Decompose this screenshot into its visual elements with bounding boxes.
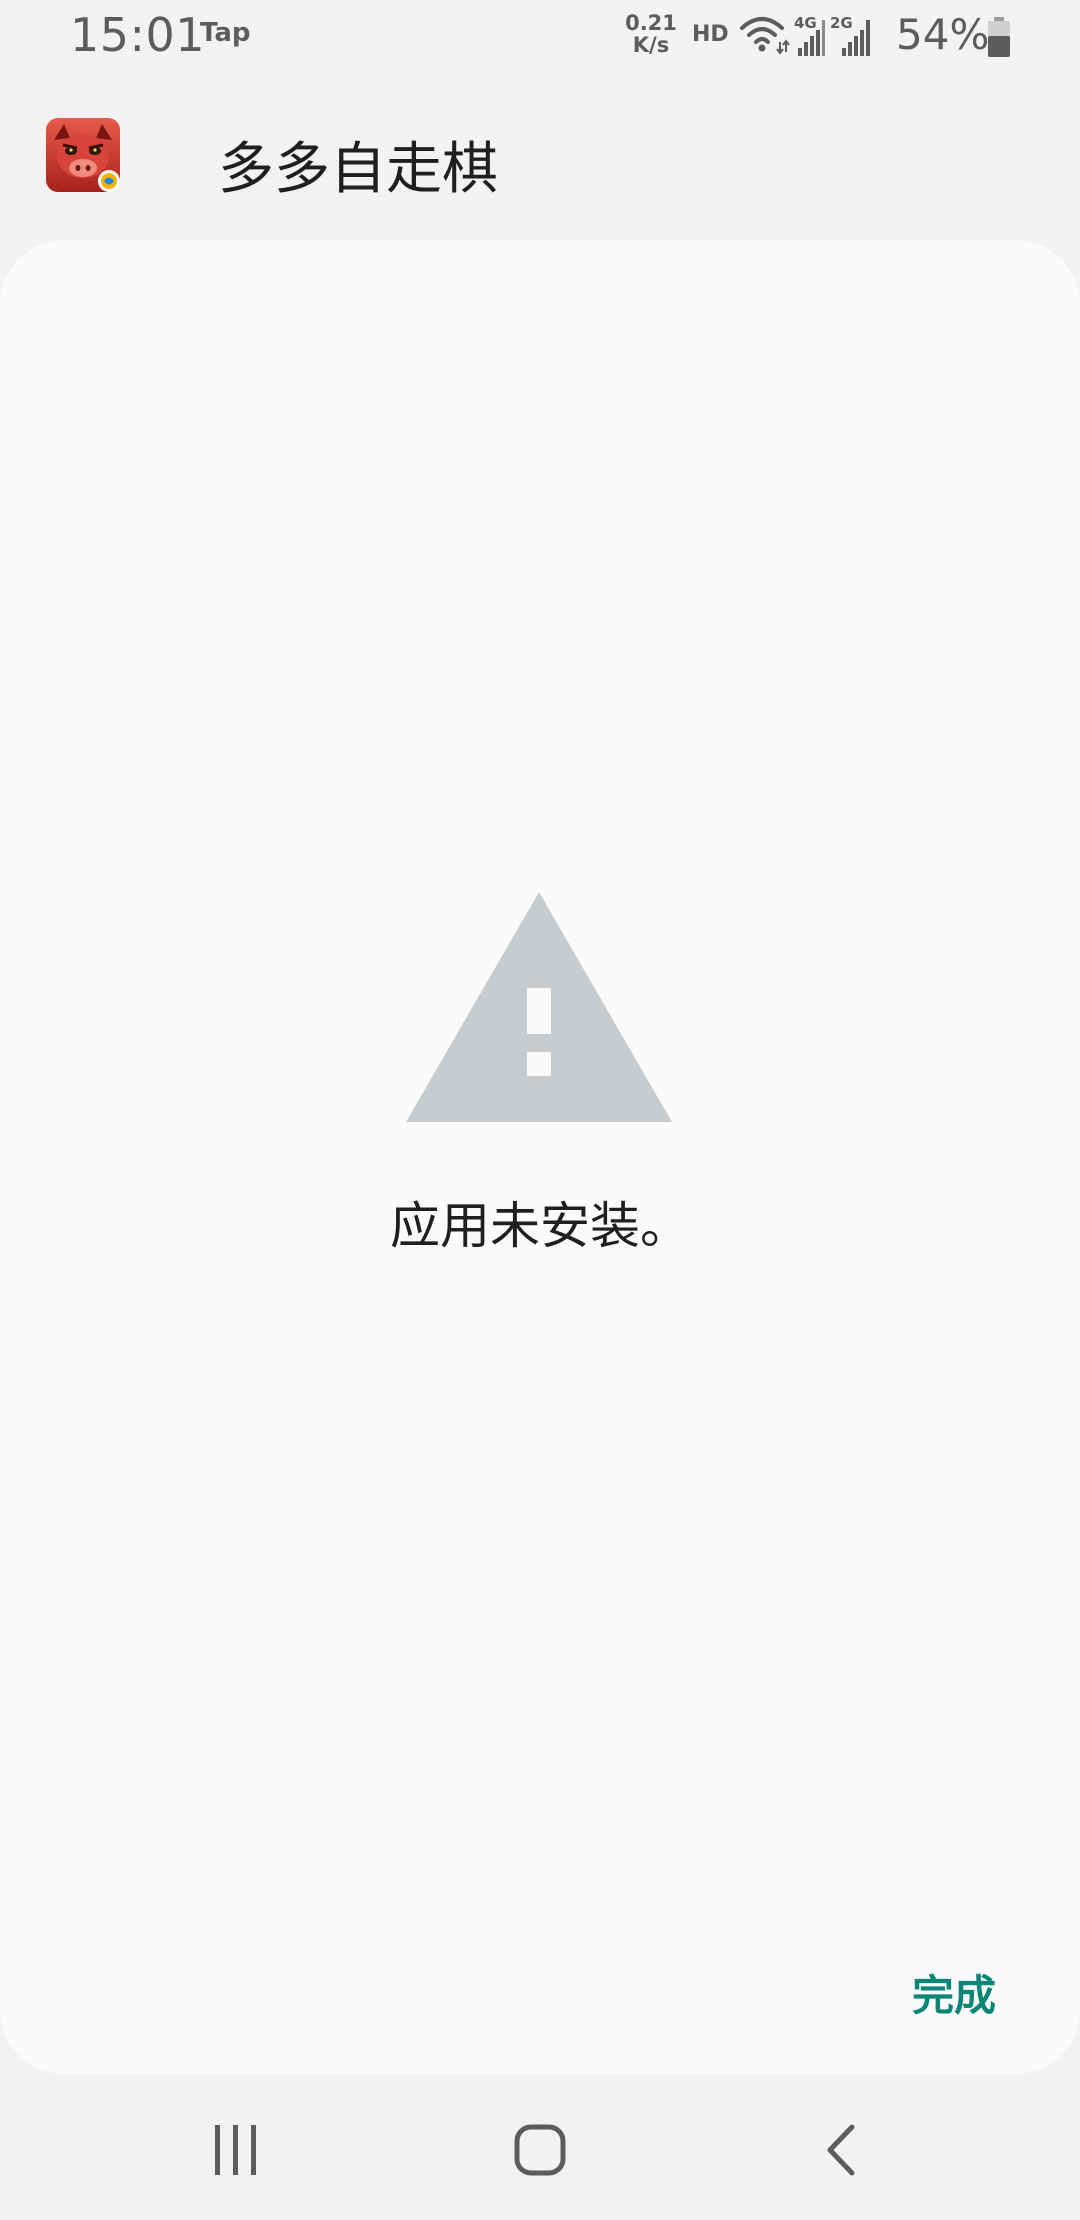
network-speed-value: 0.21: [625, 11, 677, 35]
hd-voice-label: HD: [692, 22, 729, 47]
done-button[interactable]: 完成: [900, 1952, 1008, 2033]
back-button[interactable]: [792, 2100, 892, 2200]
recent-apps-icon: [215, 2125, 256, 2175]
warning-triangle-icon: [406, 892, 672, 1122]
wifi-icon: [740, 17, 784, 44]
app-name: 多多自走棋: [218, 137, 498, 202]
signal-label-4g: 4G: [794, 14, 817, 32]
home-button[interactable]: [490, 2100, 590, 2200]
signal-label-2g: 2G: [830, 14, 853, 32]
recent-apps-button[interactable]: [186, 2100, 286, 2200]
status-icons: 4G 2G: [740, 14, 870, 56]
home-icon: [514, 2124, 566, 2176]
not-installed-message: 应用未安装。: [390, 1197, 690, 1255]
status-bar: 15:01 Tap 0.21 K/s HD 4G 2G 54%: [0, 0, 1080, 72]
network-speed-unit: K/s: [632, 33, 670, 57]
notification-app-label: Tap: [200, 18, 251, 48]
battery-icon: [988, 17, 1010, 57]
install-result-dialog: 应用未安装。 完成: [0, 240, 1080, 2074]
app-icon: [46, 118, 120, 192]
network-speed: 0.21 K/s: [622, 12, 680, 56]
app-header: 多多自走棋: [0, 100, 1080, 230]
battery-percent: 54%: [896, 10, 990, 59]
navigation-bar: [0, 2080, 1080, 2220]
back-icon: [827, 2124, 855, 2176]
status-time: 15:01: [70, 8, 206, 62]
